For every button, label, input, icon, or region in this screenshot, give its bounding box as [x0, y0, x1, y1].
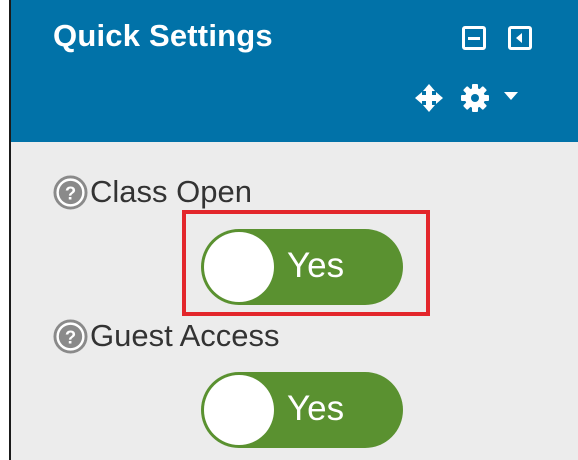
setting-class-open-label: ? Class Open [53, 174, 252, 210]
toggle-knob [204, 232, 274, 302]
toggle-value: Yes [287, 389, 345, 428]
help-icon[interactable]: ? [53, 174, 88, 210]
minimize-icon[interactable] [462, 26, 486, 50]
setting-label-text: Guest Access [90, 318, 280, 353]
svg-text:?: ? [65, 182, 76, 203]
help-icon[interactable]: ? [53, 318, 88, 354]
class-open-toggle[interactable]: Yes [201, 229, 403, 305]
gear-icon[interactable] [460, 83, 490, 113]
quick-settings-block: Quick Settings ? Class Open Yes ? Guest … [9, 0, 578, 460]
setting-guest-access-label: ? Guest Access [53, 318, 280, 354]
guest-access-toggle[interactable]: Yes [201, 372, 403, 448]
toggle-knob [204, 375, 274, 445]
svg-text:?: ? [65, 326, 76, 347]
dock-icon[interactable] [508, 26, 532, 50]
setting-label-text: Class Open [90, 174, 252, 209]
block-header: Quick Settings [11, 0, 578, 142]
toggle-value: Yes [287, 246, 345, 285]
move-icon[interactable] [415, 84, 443, 112]
block-title: Quick Settings [53, 18, 273, 53]
caret-down-icon[interactable] [504, 91, 518, 101]
